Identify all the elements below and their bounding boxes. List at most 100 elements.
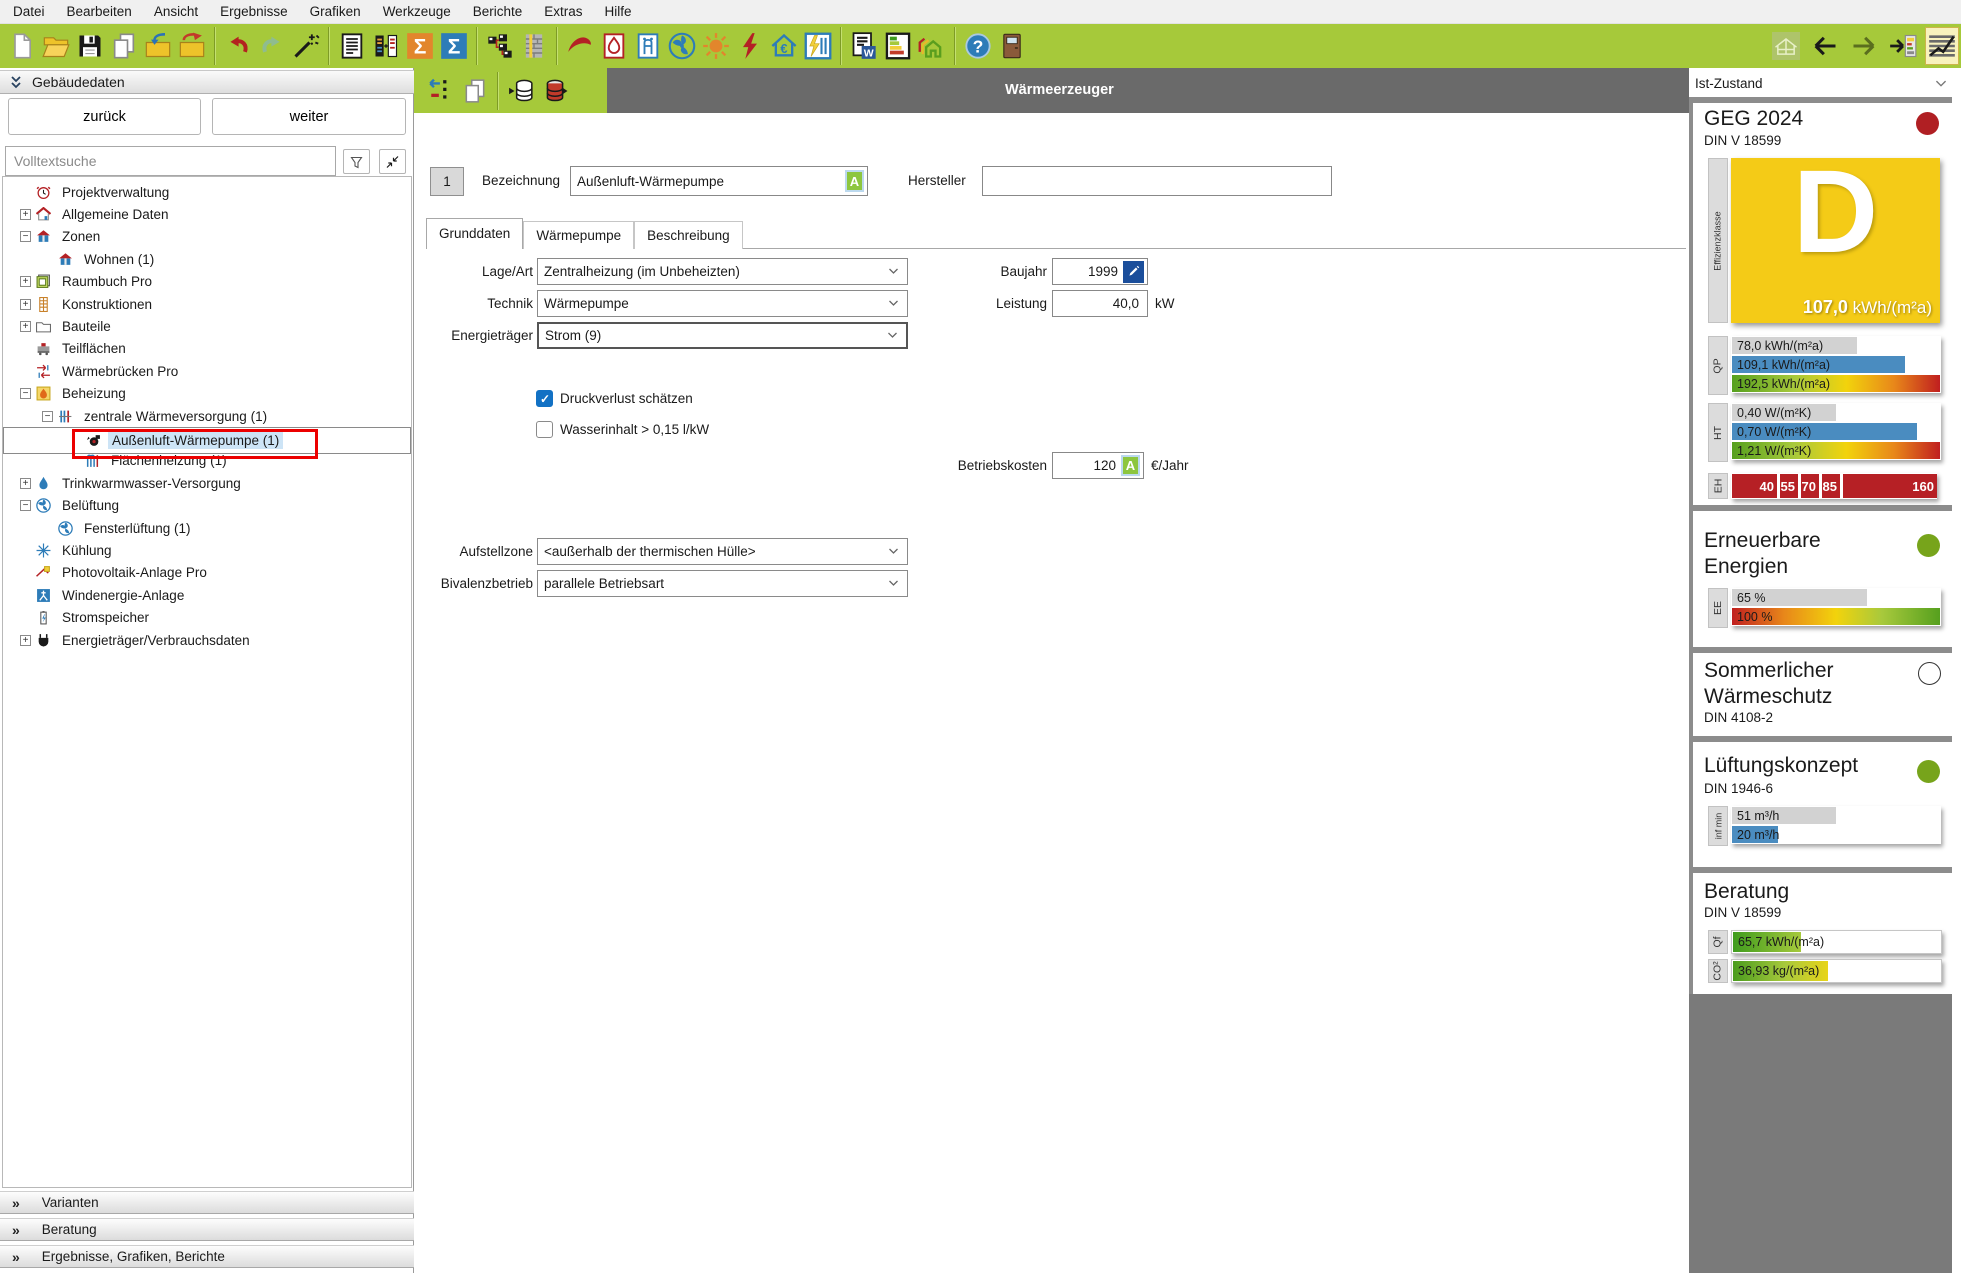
- tab-grunddaten[interactable]: Grunddaten: [426, 218, 524, 249]
- exit-button[interactable]: [995, 27, 1029, 65]
- search-input[interactable]: [5, 146, 336, 176]
- energy-systems-button[interactable]: [801, 27, 835, 65]
- menu-ansicht[interactable]: Ansicht: [143, 0, 209, 24]
- tree-item-allgemeine-daten[interactable]: + Allgemeine Daten: [3, 203, 411, 225]
- tab-wärmepumpe[interactable]: Wärmepumpe: [523, 221, 635, 249]
- tree-item-energieträger-verbrauchsdaten[interactable]: + Energieträger/Verbrauchsdaten: [3, 629, 411, 651]
- db-export-button[interactable]: [538, 72, 572, 110]
- copy-page-button[interactable]: [458, 72, 492, 110]
- compare-data-button[interactable]: [369, 27, 403, 65]
- expand-icon[interactable]: +: [20, 208, 31, 220]
- menu-ergebnisse[interactable]: Ergebnisse: [209, 0, 299, 24]
- assist-button[interactable]: A: [845, 170, 864, 192]
- copy-page-button[interactable]: [107, 27, 141, 65]
- hersteller-input[interactable]: [982, 166, 1332, 196]
- redo-button[interactable]: [255, 27, 289, 65]
- expand-icon[interactable]: +: [20, 276, 31, 288]
- house-euro-button[interactable]: €: [767, 27, 801, 65]
- goto-label-button[interactable]: [1886, 27, 1920, 65]
- nav-forward-button[interactable]: [1847, 27, 1881, 65]
- undo-button[interactable]: [221, 27, 255, 65]
- tree-item-raumbuch-pro[interactable]: + Raumbuch Pro: [3, 271, 411, 293]
- tree-item-windenergie-anlage[interactable]: Windenergie-Anlage: [3, 584, 411, 606]
- plumbing-button[interactable]: [631, 27, 665, 65]
- expand-icon[interactable]: +: [20, 298, 31, 310]
- tab-beschreibung[interactable]: Beschreibung: [634, 221, 743, 249]
- tree-item-projektverwaltung[interactable]: Projektverwaltung: [3, 181, 411, 203]
- collapse-icon[interactable]: −: [20, 500, 31, 512]
- tree-item-trinkwarmwasser-versorgung[interactable]: + Trinkwarmwasser-Versorgung: [3, 472, 411, 494]
- panel-beratung[interactable]: » Beratung: [0, 1218, 414, 1241]
- tree-item-belüftung[interactable]: − Belüftung: [3, 495, 411, 517]
- panel-ergebnisse-grafiken-berichte[interactable]: » Ergebnisse, Grafiken, Berichte: [0, 1245, 414, 1268]
- technik-select[interactable]: Wärmepumpe: [537, 290, 908, 317]
- help-button[interactable]: ?: [961, 27, 995, 65]
- collapse-icon[interactable]: −: [42, 410, 53, 422]
- status-panel-header[interactable]: Ist-Zustand: [1689, 70, 1961, 97]
- panel-varianten[interactable]: » Varianten: [0, 1191, 414, 1214]
- wall-layers-button[interactable]: [517, 27, 551, 65]
- lage-art-select[interactable]: Zentralheizung (im Unbeheizten): [537, 258, 908, 285]
- house-wireframe-button[interactable]: [1769, 27, 1803, 65]
- heating-box-button[interactable]: [597, 27, 631, 65]
- back-button[interactable]: zurück: [8, 98, 201, 135]
- tree-item-photovoltaik-anlage-pro[interactable]: Photovoltaik-Anlage Pro: [3, 562, 411, 584]
- baujahr-input[interactable]: 1999: [1052, 258, 1148, 285]
- wizard-button[interactable]: [289, 27, 323, 65]
- aufstellzone-select[interactable]: <außerhalb der thermischen Hülle>: [537, 538, 908, 565]
- house-variants-button[interactable]: [915, 27, 949, 65]
- ventilation-button[interactable]: [665, 27, 699, 65]
- energy-label-button[interactable]: [881, 27, 915, 65]
- expand-icon[interactable]: +: [20, 634, 31, 646]
- collapse-icon[interactable]: −: [20, 231, 31, 243]
- leistung-input[interactable]: 40,0: [1052, 290, 1148, 317]
- nav-back-button[interactable]: [1808, 27, 1842, 65]
- expand-icon[interactable]: +: [20, 477, 31, 489]
- tree-item-wohnen-1[interactable]: Wohnen (1): [3, 248, 411, 270]
- new-file-button[interactable]: [5, 27, 39, 65]
- tree-item-fensterlüftung-1[interactable]: Fensterlüftung (1): [3, 517, 411, 539]
- sum-orange-button[interactable]: Σ: [403, 27, 437, 65]
- tree-item-konstruktionen[interactable]: + Konstruktionen: [3, 293, 411, 315]
- export-project-button[interactable]: [175, 27, 209, 65]
- menu-bearbeiten[interactable]: Bearbeiten: [56, 0, 143, 24]
- collapse-tree-button[interactable]: [379, 149, 406, 174]
- sum-blue-button[interactable]: Σ: [437, 27, 471, 65]
- sun-button[interactable]: [699, 27, 733, 65]
- bezeichnung-input[interactable]: Außenluft-Wärmepumpe A: [570, 166, 868, 196]
- filter-button[interactable]: [343, 149, 370, 174]
- word-report-button[interactable]: W: [847, 27, 881, 65]
- open-folder-button[interactable]: [39, 27, 73, 65]
- chart-button[interactable]: [1925, 27, 1959, 65]
- menu-werkzeuge[interactable]: Werkzeuge: [372, 0, 462, 24]
- energietraeger-select[interactable]: Strom (9): [537, 322, 908, 349]
- electricity-button[interactable]: [733, 27, 767, 65]
- menu-datei[interactable]: Datei: [2, 0, 56, 24]
- tree-item-beheizung[interactable]: − Beheizung: [3, 383, 411, 405]
- menu-berichte[interactable]: Berichte: [462, 0, 534, 24]
- import-project-button[interactable]: [141, 27, 175, 65]
- edit-year-button[interactable]: [1123, 260, 1144, 283]
- tree-item-zonen[interactable]: − Zonen: [3, 226, 411, 248]
- druckverlust-checkbox[interactable]: [536, 390, 553, 407]
- menu-extras[interactable]: Extras: [533, 0, 593, 24]
- betriebskosten-input[interactable]: 120 A: [1052, 452, 1144, 479]
- tree-item-wärmebrücken-pro[interactable]: Wärmebrücken Pro: [3, 360, 411, 382]
- tree-item-zentrale-wärmeversorgung-1[interactable]: − zentrale Wärmeversorgung (1): [3, 405, 411, 427]
- report-button[interactable]: [335, 27, 369, 65]
- hierarchy-button[interactable]: [483, 27, 517, 65]
- bivalenzbetrieb-select[interactable]: parallele Betriebsart: [537, 570, 908, 597]
- wasserinhalt-checkbox[interactable]: [536, 421, 553, 438]
- sync-compare-button[interactable]: [424, 72, 458, 110]
- sidebar-header[interactable]: Gebäudedaten: [0, 70, 414, 94]
- assist-button[interactable]: A: [1121, 455, 1140, 476]
- expand-icon[interactable]: +: [20, 320, 31, 332]
- collapse-icon[interactable]: −: [20, 388, 31, 400]
- menu-grafiken[interactable]: Grafiken: [299, 0, 372, 24]
- next-button[interactable]: weiter: [212, 98, 406, 135]
- tree-item-stromspeicher[interactable]: Stromspeicher: [3, 607, 411, 629]
- tree-item-bauteile[interactable]: + Bauteile: [3, 315, 411, 337]
- db-import-button[interactable]: [504, 72, 538, 110]
- roof-button[interactable]: [563, 27, 597, 65]
- save-button[interactable]: [73, 27, 107, 65]
